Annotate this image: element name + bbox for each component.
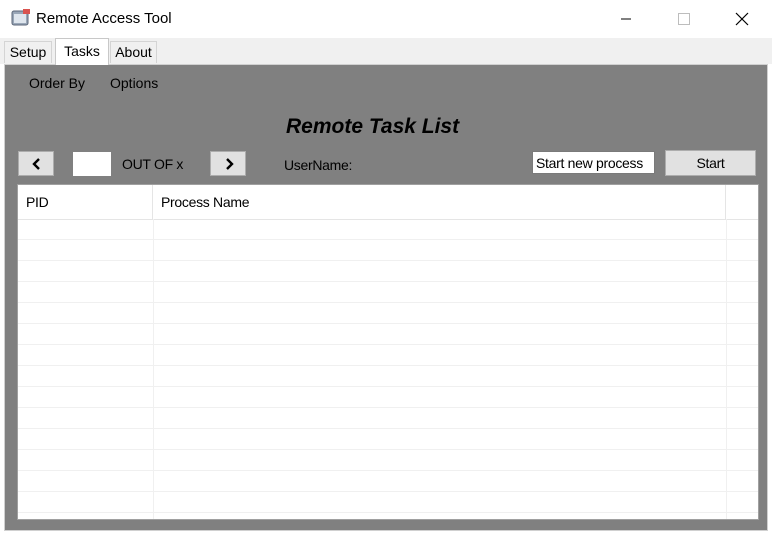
table-row[interactable] (18, 408, 758, 429)
table-row[interactable] (18, 450, 758, 471)
table-header: PID Process Name (18, 185, 758, 220)
prev-page-button[interactable] (18, 151, 54, 176)
close-icon (735, 12, 749, 26)
table-row[interactable] (18, 345, 758, 366)
table-row[interactable] (18, 219, 758, 240)
start-button[interactable]: Start (665, 150, 756, 176)
out-of-label: OUT OF x (122, 156, 184, 172)
table-row[interactable] (18, 240, 758, 261)
table-row[interactable] (18, 282, 758, 303)
minimize-button[interactable] (597, 0, 655, 38)
chevron-left-icon (32, 158, 40, 170)
column-divider (726, 219, 727, 519)
app-window-icon (11, 9, 30, 26)
table-row[interactable] (18, 366, 758, 387)
menu-order-by[interactable]: Order By (29, 75, 85, 91)
minimize-icon (621, 18, 631, 20)
tab-tasks[interactable]: Tasks (55, 38, 109, 65)
username-label: UserName: (284, 157, 353, 173)
table-row[interactable] (18, 387, 758, 408)
table-row[interactable] (18, 492, 758, 513)
column-header-process-name[interactable]: Process Name (153, 185, 726, 219)
menu-options[interactable]: Options (110, 75, 158, 91)
maximize-icon (678, 13, 690, 25)
new-process-input[interactable] (532, 151, 655, 174)
table-row[interactable] (18, 261, 758, 282)
tab-setup[interactable]: Setup (4, 41, 52, 63)
table-row[interactable] (18, 471, 758, 492)
chevron-right-icon (226, 158, 234, 170)
close-button[interactable] (713, 0, 771, 38)
column-header-pid[interactable]: PID (18, 185, 153, 219)
page-number-input[interactable] (73, 152, 111, 176)
tab-about[interactable]: About (110, 41, 157, 63)
maximize-button[interactable] (655, 0, 713, 38)
next-page-button[interactable] (210, 151, 246, 176)
page-title: Remote Task List (286, 115, 460, 138)
table-row[interactable] (18, 324, 758, 345)
column-header-extra[interactable] (726, 185, 758, 219)
table-row[interactable] (18, 429, 758, 450)
table-row[interactable] (18, 303, 758, 324)
title-bar: Remote Access Tool (0, 0, 772, 38)
column-divider (153, 219, 154, 519)
process-table[interactable]: PID Process Name (17, 184, 759, 520)
window-title: Remote Access Tool (36, 10, 172, 27)
